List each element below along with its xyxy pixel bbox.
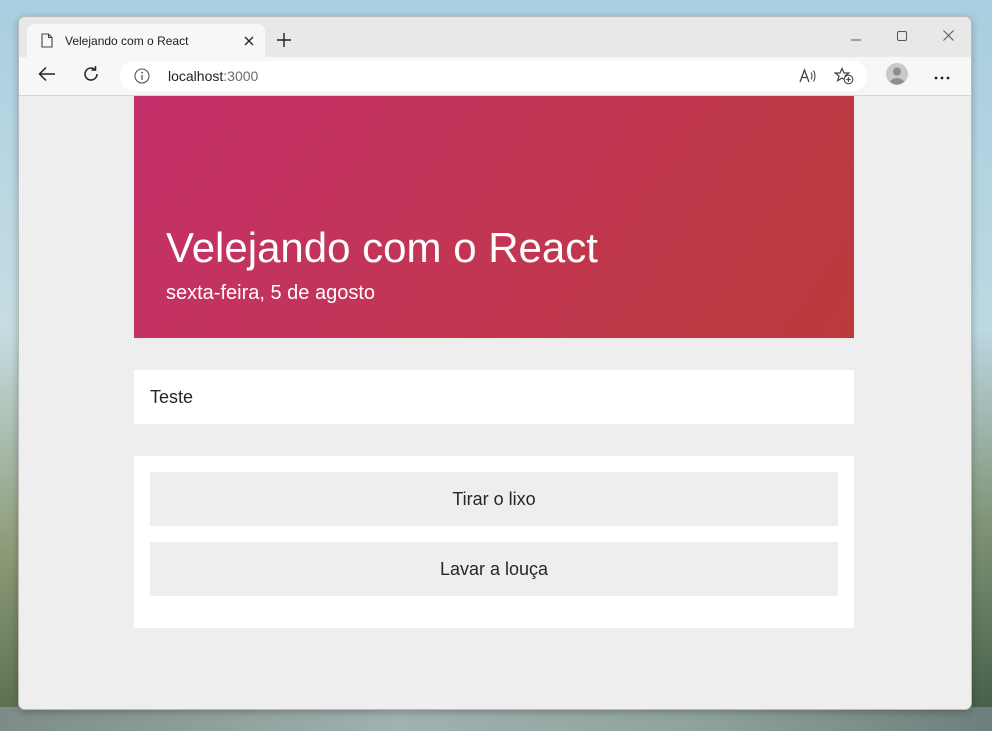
tab-strip: Velejando com o React — [19, 17, 971, 57]
desktop-background-right — [970, 0, 992, 731]
back-button[interactable] — [31, 60, 63, 92]
new-tab-button[interactable] — [271, 29, 297, 55]
task-input-card — [134, 370, 854, 424]
add-favorite-icon[interactable] — [831, 64, 857, 88]
date-subtitle: sexta-feira, 5 de agosto — [166, 282, 376, 304]
task-item[interactable]: Lavar a louça — [150, 542, 838, 596]
url-text[interactable]: localhost:3000 — [168, 68, 258, 84]
page-viewport: Velejando com o React sexta-feira, 5 de … — [19, 96, 971, 709]
browser-tab[interactable]: Velejando com o React — [27, 24, 265, 57]
more-menu-icon — [934, 67, 950, 85]
page-title: Velejando com o React — [166, 224, 598, 271]
url-host: localhost — [168, 68, 224, 84]
info-icon[interactable] — [134, 68, 150, 84]
url-port: :3000 — [223, 68, 259, 84]
browser-window: Velejando com o React localhost:3000 Vel… — [18, 16, 972, 710]
address-bar[interactable]: localhost:3000 — [120, 61, 867, 91]
desktop-background-bottom — [0, 707, 992, 731]
task-input[interactable] — [150, 370, 838, 424]
refresh-icon — [82, 65, 100, 88]
minimize-icon — [851, 28, 861, 46]
refresh-button[interactable] — [75, 60, 107, 92]
profile-avatar-icon — [886, 62, 908, 90]
window-close-button[interactable] — [925, 25, 971, 49]
page-icon — [39, 33, 55, 49]
read-aloud-icon[interactable] — [795, 64, 821, 88]
plus-icon — [277, 32, 291, 52]
close-icon[interactable] — [237, 29, 261, 53]
minimize-button[interactable] — [833, 25, 879, 49]
task-item[interactable]: Tirar o lixo — [150, 472, 838, 526]
more-menu-button[interactable] — [926, 60, 958, 92]
task-list: Tirar o lixo Lavar a louça — [134, 456, 854, 628]
header-banner: Velejando com o React sexta-feira, 5 de … — [134, 96, 854, 338]
window-close-icon — [942, 28, 954, 46]
browser-toolbar: localhost:3000 — [19, 57, 971, 96]
desktop-background-left — [0, 0, 18, 731]
maximize-button[interactable] — [879, 25, 925, 49]
maximize-icon — [897, 28, 907, 46]
back-arrow-icon — [38, 66, 56, 87]
profile-button[interactable] — [881, 60, 913, 92]
tab-title: Velejando com o React — [65, 33, 189, 48]
